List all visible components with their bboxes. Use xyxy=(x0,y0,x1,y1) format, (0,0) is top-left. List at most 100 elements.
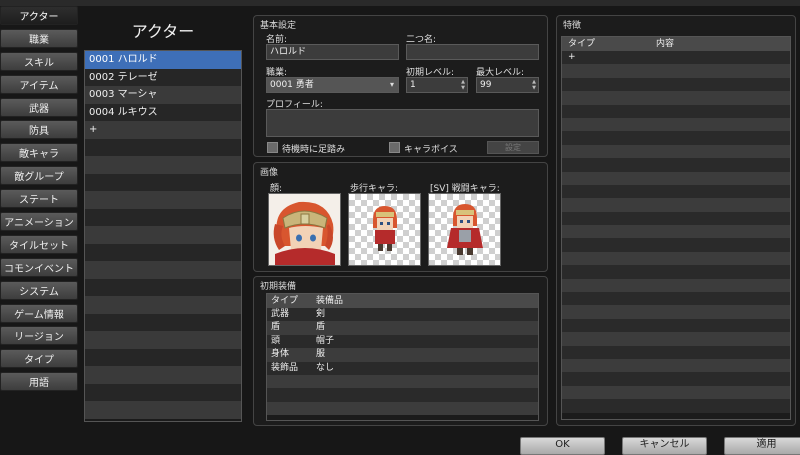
table-row[interactable]: 頭 帽子 xyxy=(267,334,538,349)
table-row[interactable]: 装飾品 なし xyxy=(267,361,538,375)
trait-type-cell xyxy=(562,399,652,412)
table-row[interactable] xyxy=(562,265,790,279)
table-row[interactable]: + xyxy=(562,51,790,65)
list-item[interactable]: 0002 テレーゼ xyxy=(85,68,241,86)
nav-item[interactable]: スキル xyxy=(0,51,78,71)
nav-item[interactable]: 職業 xyxy=(0,28,78,48)
table-row[interactable] xyxy=(267,374,538,389)
nav-item[interactable]: ステート xyxy=(0,189,78,209)
spin-arrows-icon[interactable]: ▲ ▼ xyxy=(532,79,536,91)
table-row[interactable] xyxy=(562,358,790,373)
table-row[interactable] xyxy=(562,399,790,413)
face-image-slot[interactable] xyxy=(268,193,341,266)
nav-item[interactable]: リージョン xyxy=(0,326,78,346)
list-item[interactable]: 0003 マーシャ xyxy=(85,86,241,104)
max-level-stepper[interactable]: 99 ▲ ▼ xyxy=(476,77,539,93)
table-row[interactable] xyxy=(562,144,790,159)
nav-item[interactable]: 用語 xyxy=(0,372,78,392)
table-row[interactable] xyxy=(562,158,790,172)
list-item[interactable]: + xyxy=(85,121,241,139)
table-row[interactable] xyxy=(562,251,790,266)
nav-item[interactable]: タイルセット xyxy=(0,234,78,254)
table-row[interactable] xyxy=(562,225,790,239)
nav-item[interactable]: アイテム xyxy=(0,74,78,94)
trait-type-cell xyxy=(562,145,652,158)
list-item[interactable] xyxy=(85,243,241,261)
equipment-item-cell xyxy=(312,375,538,388)
table-row[interactable] xyxy=(267,401,538,416)
table-row[interactable] xyxy=(562,305,790,319)
nav-item[interactable]: アクター xyxy=(0,6,78,25)
table-row[interactable]: 武器 剣 xyxy=(267,308,538,322)
table-row[interactable] xyxy=(562,77,790,92)
list-item[interactable] xyxy=(85,366,241,384)
apply-button[interactable]: 適用 xyxy=(724,437,800,455)
table-row[interactable] xyxy=(562,117,790,132)
spin-arrows-icon[interactable]: ▲ ▼ xyxy=(461,79,465,91)
initial-level-stepper[interactable]: 1 ▲ ▼ xyxy=(406,77,468,93)
table-row[interactable] xyxy=(562,211,790,226)
table-row[interactable] xyxy=(562,184,790,199)
table-row[interactable]: 盾盾 xyxy=(267,321,538,335)
table-row[interactable] xyxy=(562,131,790,145)
list-item[interactable]: 0001 ハロルド xyxy=(85,51,241,69)
list-item[interactable] xyxy=(85,313,241,331)
stepping-checkbox[interactable] xyxy=(267,142,278,153)
ok-button[interactable]: OK xyxy=(520,437,605,455)
traits-table[interactable]: タイプ 内容 + xyxy=(561,36,791,420)
list-item[interactable] xyxy=(85,156,241,174)
table-row[interactable] xyxy=(562,198,790,212)
list-item[interactable] xyxy=(85,401,241,419)
list-item[interactable] xyxy=(85,348,241,366)
nav-item[interactable]: アニメーション xyxy=(0,212,78,232)
table-row[interactable] xyxy=(562,318,790,333)
nav-item[interactable]: タイプ xyxy=(0,349,78,369)
nav-item[interactable]: 敵グループ xyxy=(0,166,78,186)
list-item[interactable] xyxy=(85,261,241,279)
cancel-button[interactable]: キャンセル xyxy=(622,437,707,455)
equipment-type-cell xyxy=(267,375,312,388)
trait-type-cell xyxy=(562,131,652,144)
class-select[interactable]: 0001 勇者 ▾ xyxy=(266,77,399,93)
table-row[interactable] xyxy=(562,278,790,293)
actor-list[interactable]: 0001 ハロルド 0002 テレーゼ 0003 マーシャ 0004 ルキウス + xyxy=(84,50,242,422)
list-item[interactable]: 0004 ルキウス xyxy=(85,103,241,121)
table-row[interactable] xyxy=(267,388,538,402)
nav-item[interactable]: 武器 xyxy=(0,97,78,117)
profile-textarea[interactable] xyxy=(266,109,539,137)
nav-item[interactable]: 敵キャラ xyxy=(0,143,78,163)
nav-item[interactable]: システム xyxy=(0,280,78,300)
table-row[interactable] xyxy=(562,64,790,78)
title-bar xyxy=(0,0,800,6)
voice-settings-button[interactable]: 設定 xyxy=(487,141,539,154)
table-row[interactable] xyxy=(562,385,790,400)
list-item[interactable] xyxy=(85,191,241,209)
table-row[interactable] xyxy=(562,332,790,346)
table-row[interactable] xyxy=(562,345,790,359)
sv-battler-image-slot[interactable] xyxy=(428,193,501,266)
table-row[interactable] xyxy=(562,171,790,185)
list-item[interactable] xyxy=(85,208,241,226)
table-row[interactable] xyxy=(562,292,790,306)
list-item[interactable] xyxy=(85,331,241,349)
nav-item[interactable]: ゲーム情報 xyxy=(0,303,78,323)
nickname-field[interactable] xyxy=(406,44,539,60)
nav-item[interactable]: コモンイベント xyxy=(0,257,78,277)
nav-item[interactable]: 防具 xyxy=(0,120,78,140)
walk-character-image-slot[interactable] xyxy=(348,193,421,266)
table-row[interactable]: 身体 服 xyxy=(267,348,538,362)
table-row[interactable] xyxy=(562,91,790,105)
table-row[interactable] xyxy=(562,372,790,386)
name-field[interactable]: ハロルド xyxy=(266,44,399,60)
list-item[interactable] xyxy=(85,383,241,401)
equipment-table[interactable]: タイプ 装備品 武器剣盾盾頭帽子 身体服装飾品 なし xyxy=(266,293,539,421)
list-item[interactable] xyxy=(85,296,241,314)
max-level-value: 99 xyxy=(480,80,492,90)
list-item[interactable] xyxy=(85,226,241,244)
table-row[interactable] xyxy=(562,238,790,252)
list-item[interactable] xyxy=(85,173,241,191)
voice-checkbox[interactable] xyxy=(389,142,400,153)
table-row[interactable] xyxy=(562,104,790,118)
list-item[interactable] xyxy=(85,138,241,156)
list-item[interactable] xyxy=(85,278,241,296)
